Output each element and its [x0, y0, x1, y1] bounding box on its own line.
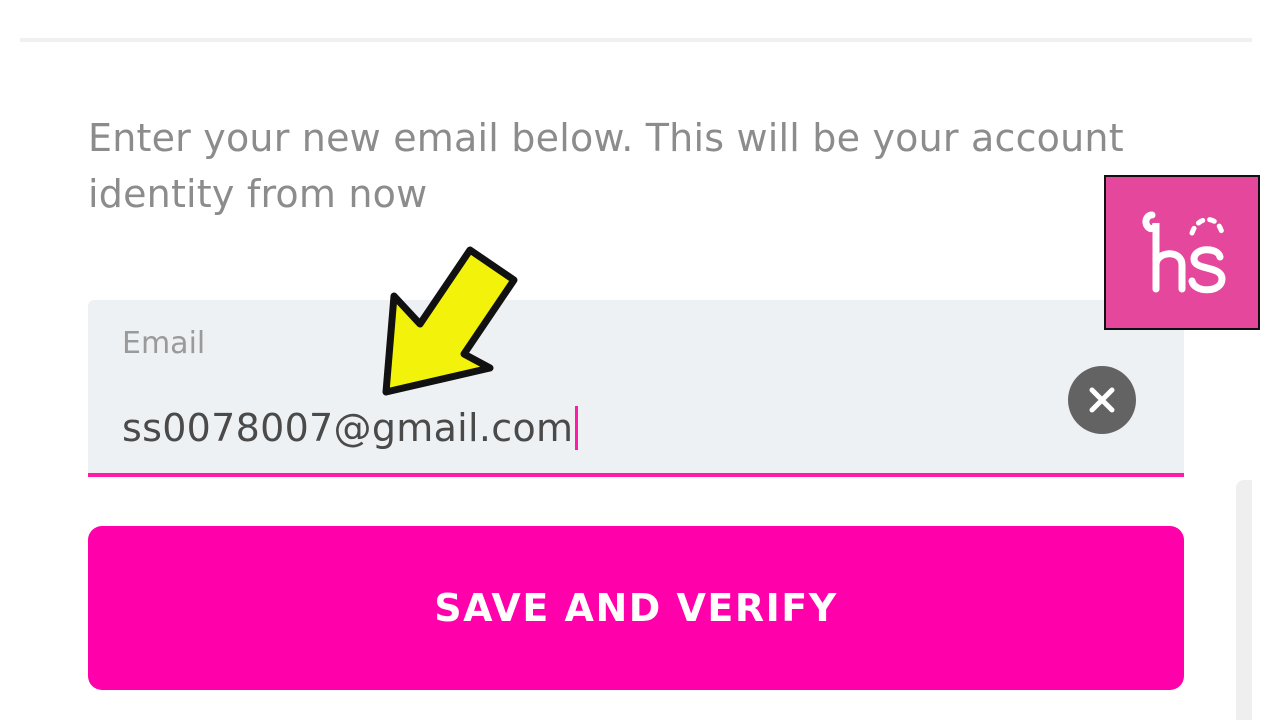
email-field-label: Email — [122, 326, 206, 361]
clear-email-button[interactable] — [1068, 366, 1136, 434]
instructions-text: Enter your new email below. This will be… — [88, 116, 1124, 216]
hs-logo-icon — [1142, 211, 1226, 293]
change-email-screen: Enter your new email below. This will be… — [0, 0, 1280, 720]
top-divider — [20, 38, 1252, 42]
close-icon — [1089, 387, 1115, 413]
scrollbar-track — [1236, 480, 1252, 720]
save-and-verify-button[interactable]: SAVE AND VERIFY — [88, 526, 1184, 690]
text-cursor — [575, 406, 579, 450]
arrow-pointer-icon — [382, 246, 518, 396]
email-input-value: ss0078007@gmail.com — [122, 406, 574, 450]
email-input[interactable]: ss0078007@gmail.com — [122, 402, 579, 454]
hs-logo — [1104, 175, 1260, 330]
email-field[interactable]: Email ss0078007@gmail.com — [88, 300, 1184, 477]
